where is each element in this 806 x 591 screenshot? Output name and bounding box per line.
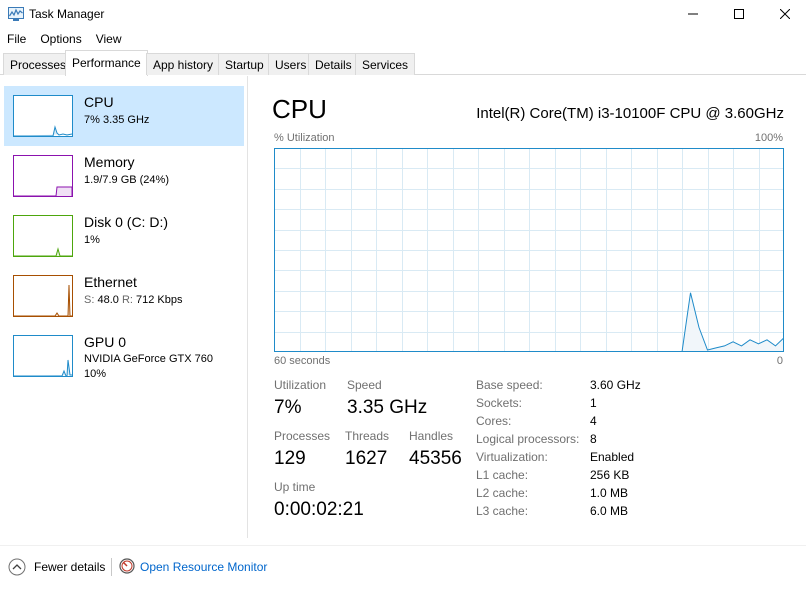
uptime-label: Up time — [274, 480, 316, 494]
resource-gpu-usage: 10% — [84, 368, 107, 380]
spec-value-l2-cache: 1.0 MB — [590, 486, 629, 500]
spec-value-cores: 4 — [590, 414, 597, 428]
resource-gpu-sub: NVIDIA GeForce GTX 760 — [84, 353, 213, 365]
resource-gpu[interactable]: GPU 0 NVIDIA GeForce GTX 760 10% — [4, 326, 244, 386]
spec-key-l1-cache: L1 cache: — [476, 468, 529, 482]
spec-key-l2-cache: L2 cache: — [476, 486, 529, 500]
spec-value-l3-cache: 6.0 MB — [590, 504, 629, 518]
graph-zero-label: 0 — [776, 355, 783, 367]
cpu-model-name: Intel(R) Core(TM) i3-10100F CPU @ 3.60GH… — [476, 105, 784, 122]
resource-list: CPU 7% 3.35 GHz Memory 1.9/7.9 GB (24%) … — [0, 76, 248, 538]
footer-separator — [111, 558, 112, 576]
resource-cpu-name: CPU — [84, 94, 114, 110]
processes-value: 129 — [274, 448, 306, 469]
resource-memory-name: Memory — [84, 154, 135, 170]
cpu-thumbnail-graph — [13, 95, 73, 137]
tab-app-history[interactable]: App history — [146, 53, 221, 75]
gpu-thumbnail-graph — [13, 335, 73, 377]
resource-disk[interactable]: Disk 0 (C: D:) 1% — [4, 206, 244, 266]
ethernet-receive-value: 712 Kbps — [136, 294, 183, 306]
spec-value-base-speed: 3.60 GHz — [590, 378, 641, 392]
resource-ethernet-name: Ethernet — [84, 274, 137, 290]
spec-key-virtualization: Virtualization: — [476, 450, 548, 464]
resource-gpu-name: GPU 0 — [84, 334, 127, 350]
graph-y-label: % Utilization — [274, 132, 335, 144]
task-manager-icon — [8, 7, 24, 21]
title-bar: Task Manager — [0, 0, 806, 28]
spec-value-l1-cache: 256 KB — [590, 468, 630, 482]
minimize-button[interactable] — [670, 0, 716, 28]
spec-key-sockets: Sockets: — [476, 396, 523, 410]
fewer-details-button[interactable]: Fewer details — [34, 560, 105, 574]
resource-ethernet-sub: S: 48.0 R: 712 Kbps — [84, 294, 183, 306]
spec-key-base-speed: Base speed: — [476, 378, 543, 392]
utilization-value: 7% — [274, 397, 302, 418]
tab-details[interactable]: Details — [308, 53, 359, 75]
ethernet-receive-label: R: — [121, 294, 133, 306]
cpu-utilization-graph — [274, 148, 784, 352]
memory-thumbnail-graph — [13, 155, 73, 197]
minimize-icon — [688, 13, 698, 15]
resource-memory-sub: 1.9/7.9 GB (24%) — [84, 174, 169, 186]
page-title: CPU — [272, 94, 327, 124]
handles-value: 45356 — [409, 448, 462, 469]
threads-label: Threads — [345, 429, 390, 443]
resource-memory[interactable]: Memory 1.9/7.9 GB (24%) — [4, 146, 244, 206]
menu-bar: File Options View — [0, 28, 129, 50]
resource-monitor-icon[interactable] — [119, 558, 135, 574]
tab-processes[interactable]: Processes — [3, 53, 74, 75]
resource-disk-name: Disk 0 (C: D:) — [84, 214, 168, 230]
tab-strip: Processes Performance App history Startu… — [0, 50, 806, 76]
maximize-button[interactable] — [716, 0, 762, 28]
utilization-label: Utilization — [274, 378, 327, 392]
speed-value: 3.35 GHz — [347, 397, 428, 418]
spec-value-logical-processors: 8 — [590, 432, 597, 446]
ethernet-send-label: S: — [84, 294, 95, 306]
graph-grid — [274, 148, 784, 352]
disk-thumbnail-graph — [13, 215, 73, 257]
processes-label: Processes — [274, 429, 331, 443]
ethernet-thumbnail-graph — [13, 275, 73, 317]
resource-cpu[interactable]: CPU 7% 3.35 GHz — [4, 86, 244, 146]
spec-key-l3-cache: L3 cache: — [476, 504, 529, 518]
chevron-up-circle-icon[interactable] — [8, 558, 26, 576]
spec-key-logical-processors: Logical processors: — [476, 432, 580, 446]
resource-ethernet[interactable]: Ethernet S: 48.0 R: 712 Kbps — [4, 266, 244, 326]
speed-label: Speed — [347, 378, 382, 392]
spec-value-virtualization: Enabled — [590, 450, 635, 464]
tab-services[interactable]: Services — [355, 53, 416, 75]
graph-time-label: 60 seconds — [274, 355, 331, 367]
menu-options[interactable]: Options — [33, 28, 88, 50]
graph-max-label: 100% — [754, 132, 783, 144]
footer-bar: Fewer details Open Resource Monitor — [0, 545, 806, 591]
handles-label: Handles — [409, 429, 454, 443]
spec-key-cores: Cores: — [476, 414, 512, 428]
resource-disk-sub: 1% — [84, 234, 100, 246]
ethernet-send-value: 48.0 — [97, 294, 119, 306]
window-title: Task Manager — [29, 7, 105, 21]
threads-value: 1627 — [345, 448, 388, 469]
spec-value-sockets: 1 — [590, 396, 597, 410]
close-button[interactable] — [762, 0, 806, 28]
open-resource-monitor-link[interactable]: Open Resource Monitor — [140, 560, 267, 574]
resource-cpu-sub: 7% 3.35 GHz — [84, 114, 150, 126]
tab-users[interactable]: Users — [268, 53, 314, 75]
maximize-icon — [734, 9, 744, 19]
tab-startup[interactable]: Startup — [218, 53, 271, 75]
tab-performance[interactable]: Performance — [65, 50, 148, 76]
uptime-value: 0:00:02:21 — [274, 499, 364, 520]
menu-view[interactable]: View — [89, 28, 129, 50]
menu-file[interactable]: File — [0, 28, 33, 50]
close-icon — [780, 9, 790, 19]
